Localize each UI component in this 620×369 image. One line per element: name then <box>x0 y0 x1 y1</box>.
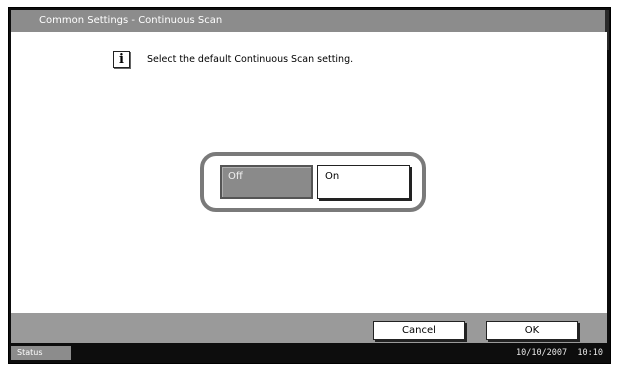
panel-frame: Common Settings - Continuous Scan i Sele… <box>8 7 611 364</box>
status-date: 10/10/2007 <box>515 348 568 358</box>
info-icon: i <box>113 51 130 68</box>
instruction-message: Select the default Continuous Scan setti… <box>147 54 354 65</box>
cancel-button[interactable]: Cancel <box>373 321 465 340</box>
content-area: i Select the default Continuous Scan set… <box>11 32 607 313</box>
status-time: 10:10 <box>577 348 603 358</box>
ok-button[interactable]: OK <box>486 321 578 340</box>
window-title: Common Settings - Continuous Scan <box>11 10 607 32</box>
off-button[interactable]: Off <box>220 165 313 199</box>
date-time: 10/10/2007 10:10 <box>516 346 603 360</box>
continuous-scan-options: Off On <box>200 152 426 212</box>
status-bar: Status 10/10/2007 10:10 <box>11 343 607 361</box>
status-button[interactable]: Status <box>11 346 71 360</box>
footer-bar: Cancel OK <box>11 313 607 343</box>
on-button[interactable]: On <box>317 165 410 199</box>
